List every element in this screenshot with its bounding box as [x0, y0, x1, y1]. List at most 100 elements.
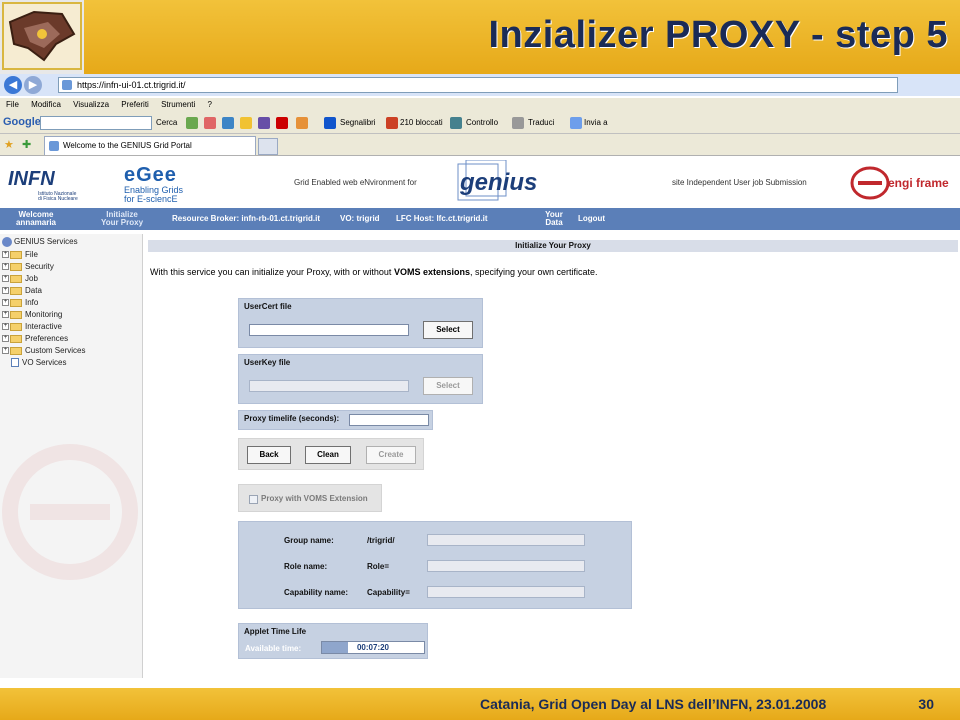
available-time-box: 00:07:20: [321, 641, 425, 654]
search-button[interactable]: Cerca: [156, 118, 177, 127]
userkey-label: UserKey file: [244, 358, 291, 367]
usercert-select-button[interactable]: Select: [423, 321, 473, 339]
group-name-input[interactable]: [427, 534, 585, 546]
enginframe-watermark-icon: [2, 444, 138, 580]
folder-icon: [10, 310, 22, 319]
role-name-input[interactable]: [427, 560, 585, 572]
star-icon[interactable]: [324, 117, 336, 129]
sicily-logo: [2, 2, 82, 70]
lfc-host-info: LFC Host: lfc.ct.trigrid.it: [396, 214, 488, 223]
sidebar-item-vo-services[interactable]: VO Services: [2, 357, 66, 369]
toolbar-icon[interactable]: [186, 117, 198, 129]
sidebar-item-interactive[interactable]: + Interactive: [2, 321, 62, 333]
userkey-select-button[interactable]: Select: [423, 377, 473, 395]
toolbar-icon[interactable]: [276, 117, 288, 129]
genius-wordmark: genius: [459, 169, 537, 196]
translate-button[interactable]: Traduci: [528, 118, 554, 127]
usercert-label: UserCert file: [244, 302, 292, 311]
genius-acronym-right: site Independent User job Submission: [672, 178, 807, 187]
address-row: ◀ ▶ https://infn-ui-01.ct.trigrid.it/: [0, 74, 960, 96]
check-button[interactable]: Controllo: [466, 118, 498, 127]
section-title: Initialize Your Proxy: [148, 240, 958, 252]
toolbar-icon[interactable]: [240, 117, 252, 129]
back-arrow-icon[interactable]: ◀: [4, 76, 22, 94]
vo-info: VO: trigrid: [340, 214, 380, 223]
menu-edit[interactable]: Modifica: [31, 100, 61, 109]
expand-icon[interactable]: +: [2, 335, 9, 343]
menu-favorites[interactable]: Preferiti: [121, 100, 149, 109]
sidebar-item-preferences[interactable]: + Preferences: [2, 333, 68, 345]
expand-icon[interactable]: +: [2, 251, 9, 259]
expand-icon[interactable]: +: [2, 347, 9, 355]
sidebar-item-custom-services[interactable]: + Custom Services: [2, 345, 85, 357]
main-content: Initialize Your Proxy With this service …: [148, 240, 960, 680]
blocked-count[interactable]: 210 bloccati: [400, 118, 443, 127]
slide-title: Inzializer PROXY - step 5: [488, 14, 948, 56]
tab-strip: ★ ✚ Welcome to the GENIUS Grid Portal: [0, 134, 960, 156]
tab-title: Welcome to the GENIUS Grid Portal: [63, 141, 192, 150]
url-text: https://infn-ui-01.ct.trigrid.it/: [77, 80, 186, 90]
genius-acronym-left: Grid Enabled web eNvironment for: [294, 178, 417, 187]
folder-icon: [10, 322, 22, 331]
folder-icon: [10, 334, 22, 343]
sidebar-item-job[interactable]: + Job: [2, 273, 38, 285]
proxy-lifetime-input[interactable]: [349, 414, 429, 426]
expand-icon[interactable]: +: [2, 299, 9, 307]
new-tab-button[interactable]: [258, 138, 278, 155]
back-button[interactable]: Back: [247, 446, 291, 464]
nav-initialize-proxy[interactable]: Initialize Your Proxy: [96, 211, 148, 227]
create-button[interactable]: Create: [366, 446, 416, 464]
bookmarks-button[interactable]: Segnalibri: [340, 118, 376, 127]
sidebar-item-info[interactable]: + Info: [2, 297, 38, 309]
clean-button[interactable]: Clean: [305, 446, 351, 464]
voms-attributes-panel: Group name: /trigrid/ Role name: Role= C…: [238, 521, 632, 609]
proxy-lifetime-panel: Proxy timelife (seconds):: [238, 410, 433, 430]
expand-icon[interactable]: +: [2, 323, 9, 331]
tree-root[interactable]: GENIUS Services: [2, 237, 78, 247]
toolbar-icon[interactable]: [204, 117, 216, 129]
toolbar-icon[interactable]: [222, 117, 234, 129]
logout-link[interactable]: Logout: [578, 215, 605, 223]
send-icon: [570, 117, 582, 129]
usercert-input[interactable]: [249, 324, 409, 336]
toolbar-icon[interactable]: [296, 117, 308, 129]
expand-icon[interactable]: +: [2, 311, 9, 319]
folder-icon: [10, 286, 22, 295]
google-logo: Google: [3, 116, 41, 128]
forward-arrow-icon[interactable]: ▶: [24, 76, 42, 94]
send-button[interactable]: Invia a: [584, 118, 608, 127]
userkey-input[interactable]: [249, 380, 409, 392]
favorites-star-icon[interactable]: ★: [4, 138, 14, 151]
capability-name-input[interactable]: [427, 586, 585, 598]
document-icon: [11, 358, 19, 368]
group-name-label: Group name:: [284, 536, 334, 545]
page-number: 30: [918, 696, 934, 712]
voms-checkbox[interactable]: [249, 495, 258, 504]
google-search-input[interactable]: [40, 116, 152, 130]
menu-help[interactable]: ?: [208, 100, 212, 109]
nav-your-data[interactable]: Your Data: [540, 211, 568, 227]
sidebar-item-monitoring[interactable]: + Monitoring: [2, 309, 62, 321]
sidebar-item-data[interactable]: + Data: [2, 285, 42, 297]
sidebar-item-file[interactable]: + File: [2, 249, 38, 261]
sidebar-item-security[interactable]: + Security: [2, 261, 54, 273]
portal-banner: INFN Istituto Nazionale di Fisica Nuclea…: [0, 158, 960, 208]
folder-icon: [10, 262, 22, 271]
tab-genius-portal[interactable]: Welcome to the GENIUS Grid Portal: [44, 136, 256, 155]
expand-icon[interactable]: +: [2, 275, 9, 283]
toolbar: Google Cerca Segnalibri 210 bloccati Con…: [0, 112, 960, 134]
add-favorite-icon[interactable]: ✚: [22, 138, 31, 151]
folder-icon: [10, 250, 22, 259]
menu-file[interactable]: File: [6, 100, 19, 109]
expand-icon[interactable]: +: [2, 263, 9, 271]
expand-icon[interactable]: +: [2, 287, 9, 295]
toolbar-icon[interactable]: [258, 117, 270, 129]
available-time-label: Available time:: [245, 644, 302, 653]
menu-view[interactable]: Visualizza: [73, 100, 109, 109]
folder-icon: [10, 274, 22, 283]
infn-subtitle: Istituto Nazionale di Fisica Nucleare: [38, 191, 78, 202]
menu-tools[interactable]: Strumenti: [161, 100, 195, 109]
translate-icon: [512, 117, 524, 129]
address-bar[interactable]: https://infn-ui-01.ct.trigrid.it/: [58, 77, 898, 93]
genius-logo: genius: [454, 159, 544, 204]
